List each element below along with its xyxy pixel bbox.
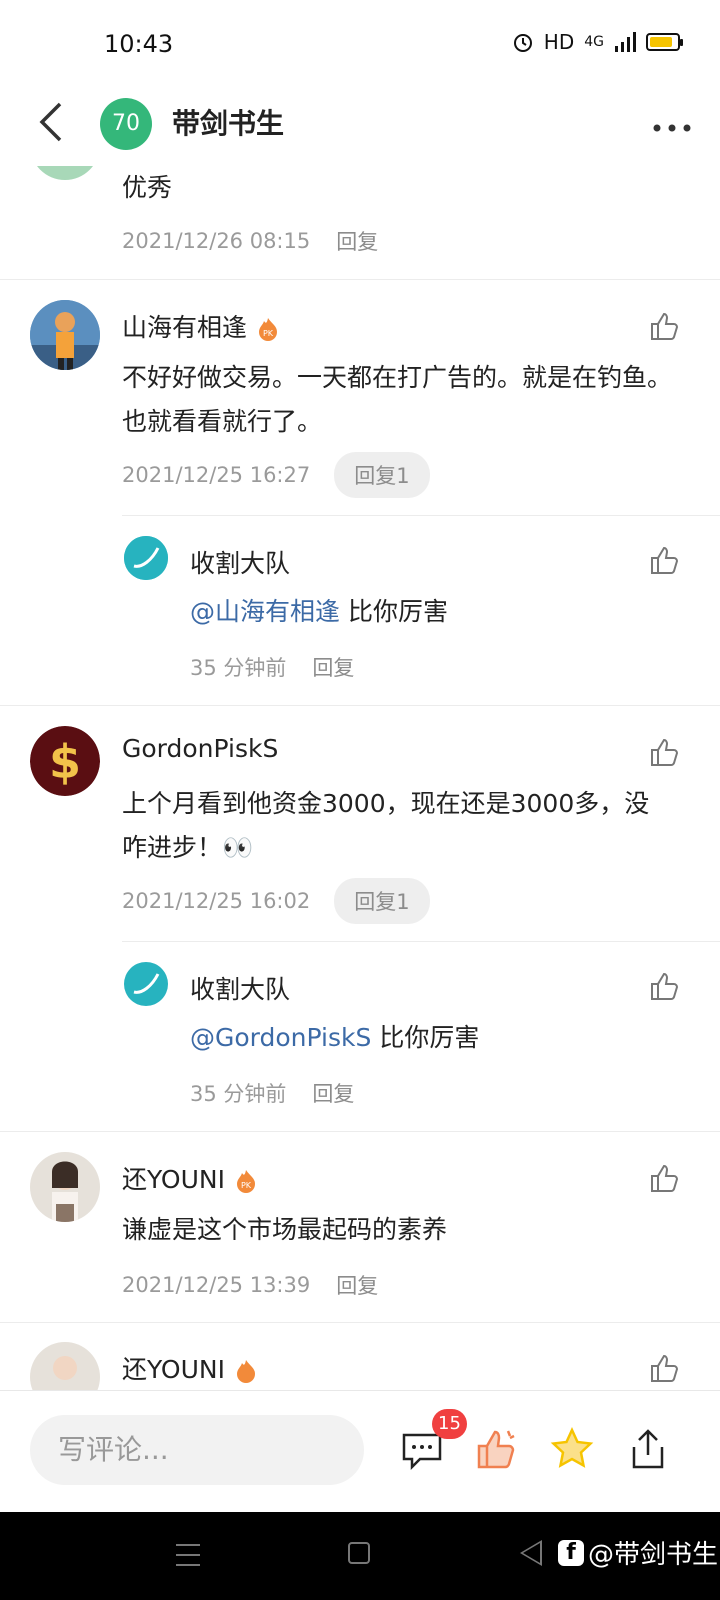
comment-author[interactable]: 山海有相逢 PK — [122, 308, 279, 344]
reply-meta: 35 分钟前 回复 — [190, 1078, 354, 1108]
divider — [0, 279, 720, 280]
reply-meta: 35 分钟前 回复 — [190, 652, 354, 682]
comment-date: 2021/12/26 08:15 — [122, 229, 311, 253]
comment-author[interactable]: GordonPiskS — [122, 734, 278, 763]
network-indicator: 4G — [584, 34, 604, 50]
avatar[interactable] — [30, 1152, 100, 1222]
comment-meta: 2021/12/26 08:15 回复 — [122, 226, 378, 256]
top-nav: 70 带剑书生 — [0, 90, 720, 166]
pk-badge-icon — [235, 1359, 257, 1383]
svg-text:PK: PK — [241, 1181, 252, 1190]
avatar[interactable] — [124, 536, 168, 580]
comment-body: 谦虚是这个市场最起码的素养 — [122, 1215, 448, 1244]
signal-icon — [615, 32, 636, 52]
divider — [0, 705, 720, 706]
comment-date: 2021/12/25 16:27 — [122, 463, 311, 487]
back-triangle-icon[interactable] — [520, 1540, 542, 1566]
avatar[interactable] — [30, 300, 100, 370]
reply-button[interactable]: 回复 — [312, 1078, 354, 1108]
thumbs-up-icon[interactable] — [648, 1352, 680, 1384]
share-icon[interactable] — [626, 1427, 670, 1471]
status-bar: 10:43 HD 4G — [0, 0, 720, 90]
like-icon[interactable] — [474, 1427, 518, 1471]
system-nav-bar: f @带剑书生 — [0, 1512, 720, 1600]
star-icon[interactable] — [550, 1427, 594, 1471]
comment-date: 2021/12/25 16:02 — [122, 889, 311, 913]
comment-author[interactable]: 还YOUNI PK — [122, 1160, 257, 1196]
more-options-button[interactable] — [652, 114, 692, 134]
reply-count-button[interactable]: 回复1 — [334, 878, 430, 924]
comment-meta: 2021/12/25 13:39 回复 — [122, 1270, 378, 1300]
reply-button[interactable]: 回复 — [336, 226, 378, 256]
alarm-icon — [513, 34, 532, 52]
hd-indicator: HD — [543, 30, 575, 54]
avatar[interactable] — [124, 962, 168, 1006]
reply-body: @山海有相逢 比你厉害 — [190, 597, 448, 626]
pk-badge-icon: PK — [235, 1169, 257, 1193]
comment-input[interactable]: 写评论... — [30, 1415, 364, 1485]
page-title[interactable]: 带剑书生 — [172, 102, 284, 142]
reply-author[interactable]: 收割大队 — [190, 544, 290, 580]
svg-text:$: $ — [49, 735, 81, 789]
watermark: f @带剑书生 — [558, 1534, 718, 1571]
battery-icon — [646, 33, 683, 51]
reply-time: 35 分钟前 — [190, 1082, 287, 1106]
comment-count-badge: 15 — [432, 1409, 467, 1439]
status-icons: HD 4G — [512, 30, 683, 54]
thumbs-up-icon[interactable] — [648, 970, 680, 1002]
mention-link[interactable]: @山海有相逢 — [190, 597, 340, 626]
menu-icon[interactable] — [176, 1544, 200, 1566]
chevron-left-icon — [39, 102, 62, 142]
svg-text:PK: PK — [263, 329, 274, 338]
reply-body: @GordonPiskS 比你厉害 — [190, 1023, 480, 1052]
comment-meta: 2021/12/25 16:02 回复1 — [122, 878, 430, 924]
reply-count-button[interactable]: 回复1 — [334, 452, 430, 498]
avatar[interactable] — [30, 166, 100, 180]
divider — [0, 1131, 720, 1132]
comment-author[interactable]: 还YOUNI — [122, 1350, 257, 1386]
status-time: 10:43 — [104, 30, 174, 58]
thumbs-up-icon[interactable] — [648, 1162, 680, 1194]
reply-author[interactable]: 收割大队 — [190, 970, 290, 1006]
comment-body: 不好好做交易。一天都在打广告的。就是在钓鱼。也就看看就行了。 — [122, 363, 673, 436]
divider — [0, 1322, 720, 1323]
mention-link[interactable]: @GordonPiskS — [190, 1023, 371, 1052]
back-button[interactable] — [36, 100, 72, 150]
more-dots-icon — [653, 124, 691, 132]
bottom-action-bar: 写评论... 15 — [0, 1390, 720, 1512]
avatar[interactable]: $ — [30, 726, 100, 796]
comment-feed[interactable]: 优秀 2021/12/26 08:15 回复 山海有相逢 PK 不好好做交易。一天… — [0, 166, 720, 1390]
pk-badge-icon: PK — [257, 317, 279, 341]
avatar[interactable] — [30, 1342, 100, 1390]
facebook-logo-icon: f — [558, 1539, 584, 1566]
thumbs-up-icon[interactable] — [648, 310, 680, 342]
comment-meta: 2021/12/25 16:27 回复1 — [122, 452, 430, 498]
thumbs-up-icon[interactable] — [648, 736, 680, 768]
thumbs-up-icon[interactable] — [648, 544, 680, 576]
level-badge: 70 — [100, 98, 152, 150]
comment-date: 2021/12/25 13:39 — [122, 1273, 311, 1297]
reply-time: 35 分钟前 — [190, 656, 287, 680]
home-icon[interactable] — [348, 1542, 370, 1564]
comment-body: 优秀 — [122, 173, 173, 202]
reply-button[interactable]: 回复 — [312, 652, 354, 682]
comment-body: 上个月看到他资金3000，现在还是3000多，没咋进步！👀 — [122, 789, 650, 862]
divider — [122, 515, 720, 516]
reply-button[interactable]: 回复 — [336, 1270, 378, 1300]
divider — [122, 941, 720, 942]
